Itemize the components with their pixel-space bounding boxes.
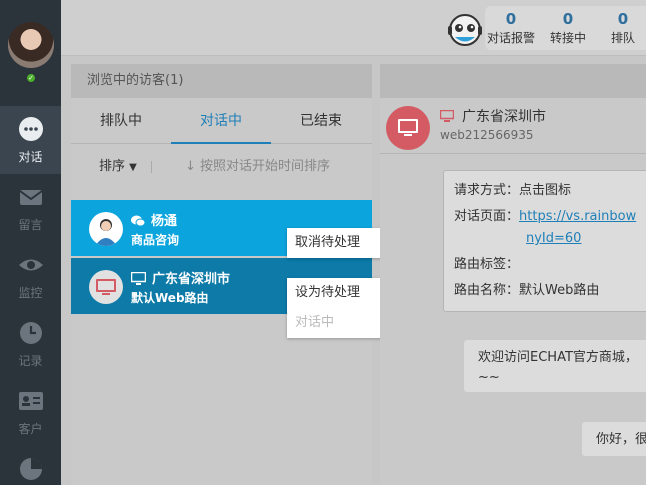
info-key: 路由名称： [454,283,520,298]
tab-queue[interactable]: 排队中 [71,98,171,144]
online-status-icon: ✓ [25,72,37,84]
chat-title-text: 广东省深圳市 [462,109,546,125]
stat-transfer-count: 0 [562,10,574,28]
contact-card-icon [18,392,43,410]
stat-queue[interactable]: 0 排队 [603,10,643,46]
nav-item-message[interactable]: 留言 [0,174,61,242]
browsing-visitors-header[interactable]: 浏览中的访客(1) [71,64,372,98]
stat-queue-label: 排队 [610,31,635,45]
nav-item-chat[interactable]: 对话 [0,106,61,174]
desktop-icon [439,109,462,125]
info-key: 对话页面： [454,209,520,224]
info-key: 路由标签： [454,257,520,272]
stat-transfer[interactable]: 0 转接中 [545,10,591,46]
info-chat-page-cont: nyId=60 [454,229,646,255]
stat-queue-count: 0 [617,10,629,28]
nav-label-monitor: 监控 [18,286,43,300]
desktop-icon [130,271,147,289]
chat-panel: 广东省深圳市 web212566935 请求方式：点击图标 对话页面：https… [380,64,646,485]
chat-top-strip [380,64,646,98]
chat-visitor-location: 广东省深圳市 [439,106,546,126]
info-chat-page: 对话页面：https://vs.rainbow [454,207,646,229]
info-value: 默认Web路由 [519,283,600,298]
monitor-icon [96,279,116,295]
sort-hint-label: 按照对话开始时间排序 [200,159,331,174]
sort-divider [151,161,152,173]
visitor-info-box: 请求方式：点击图标 对话页面：https://vs.rainbow nyId=6… [443,170,646,312]
tab-ended[interactable]: 已结束 [271,98,371,144]
visitor-avatar [89,212,123,246]
wechat-icon [131,215,146,231]
info-request-method: 请求方式：点击图标 [454,181,646,207]
chat-header: 广东省深圳市 web212566935 [380,98,646,154]
visitor-name-text: 杨通 [151,214,178,229]
info-key: 请求方式： [454,183,520,198]
tab-in-conversation[interactable]: 对话中 [171,98,271,144]
nav-item-customer[interactable]: 客户 [0,378,61,446]
visitor-avatar-large [386,106,430,150]
chat-bubble-icon [18,117,43,141]
stat-alarm-count: 0 [505,10,517,28]
visitor-name: 广东省深圳市 [130,268,231,289]
message-line: 欢迎访问ECHAT官方商城， [478,350,638,365]
nav-label-chat: 对话 [18,150,43,164]
visitor-tabs: 排队中 对话中 已结束 [71,98,372,144]
chat-page-link-cont[interactable]: nyId=60 [526,231,581,246]
person-avatar-icon [95,219,117,246]
arrow-down-icon: ↓ [185,159,196,174]
info-route-tag: 路由标签： [454,255,646,281]
chat-message: 欢迎访问ECHAT官方商城， ~~ [464,340,646,392]
left-nav: ✓ 对话 留言 监控 记录 客户 [0,0,61,485]
stats-panel: 0 对话报警 0 转接中 0 排队 [485,6,646,50]
agent-avatar[interactable] [8,22,54,68]
monitor-icon [398,119,418,136]
clock-icon [19,322,42,344]
pie-chart-icon [19,458,42,480]
visitor-avatar [89,270,123,304]
nav-item-record[interactable]: 记录 [0,310,61,378]
envelope-icon [18,190,43,205]
chat-visitor-id: web212566935 [440,128,534,142]
sort-bar: 排序 ▼ ↓ 按照对话开始时间排序 [71,144,372,190]
nav-item-monitor[interactable]: 监控 [0,242,61,310]
nav-label-customer: 客户 [18,422,43,436]
visitor-name-text: 广东省深圳市 [152,272,231,287]
stat-transfer-label: 转接中 [549,31,586,45]
sort-dropdown[interactable]: 排序 ▼ [99,144,137,191]
message-line: ~~ [478,370,500,385]
eye-icon [18,259,43,271]
visitor-name: 杨通 [131,210,177,231]
chat-page-link[interactable]: https://vs.rainbow [519,209,636,224]
info-route-name: 路由名称：默认Web路由 [454,281,646,307]
top-bar: 0 对话报警 0 转接中 0 排队 [61,0,646,56]
nav-item-stats[interactable] [0,446,61,485]
sort-label: 排序 [99,159,126,174]
info-value: 点击图标 [519,183,572,198]
chat-message: 你好，很 [582,422,646,456]
nav-label-record: 记录 [18,354,43,368]
visitor-route: 商品咨询 [131,233,180,247]
visitor-route: 默认Web路由 [131,291,209,305]
visitors-panel: 浏览中的访客(1) 排队中 对话中 已结束 排序 ▼ ↓ 按照对话开始时间排序 … [71,64,409,485]
caret-down-icon: ▼ [129,162,137,173]
sort-by-start-time[interactable]: ↓ 按照对话开始时间排序 [185,144,330,190]
stat-alarm[interactable]: 0 对话报警 [485,10,537,46]
robot-assistant-icon[interactable] [445,10,485,50]
message-line: 你好，很 [596,432,646,447]
stat-alarm-label: 对话报警 [486,31,535,45]
nav-label-message: 留言 [18,218,43,232]
